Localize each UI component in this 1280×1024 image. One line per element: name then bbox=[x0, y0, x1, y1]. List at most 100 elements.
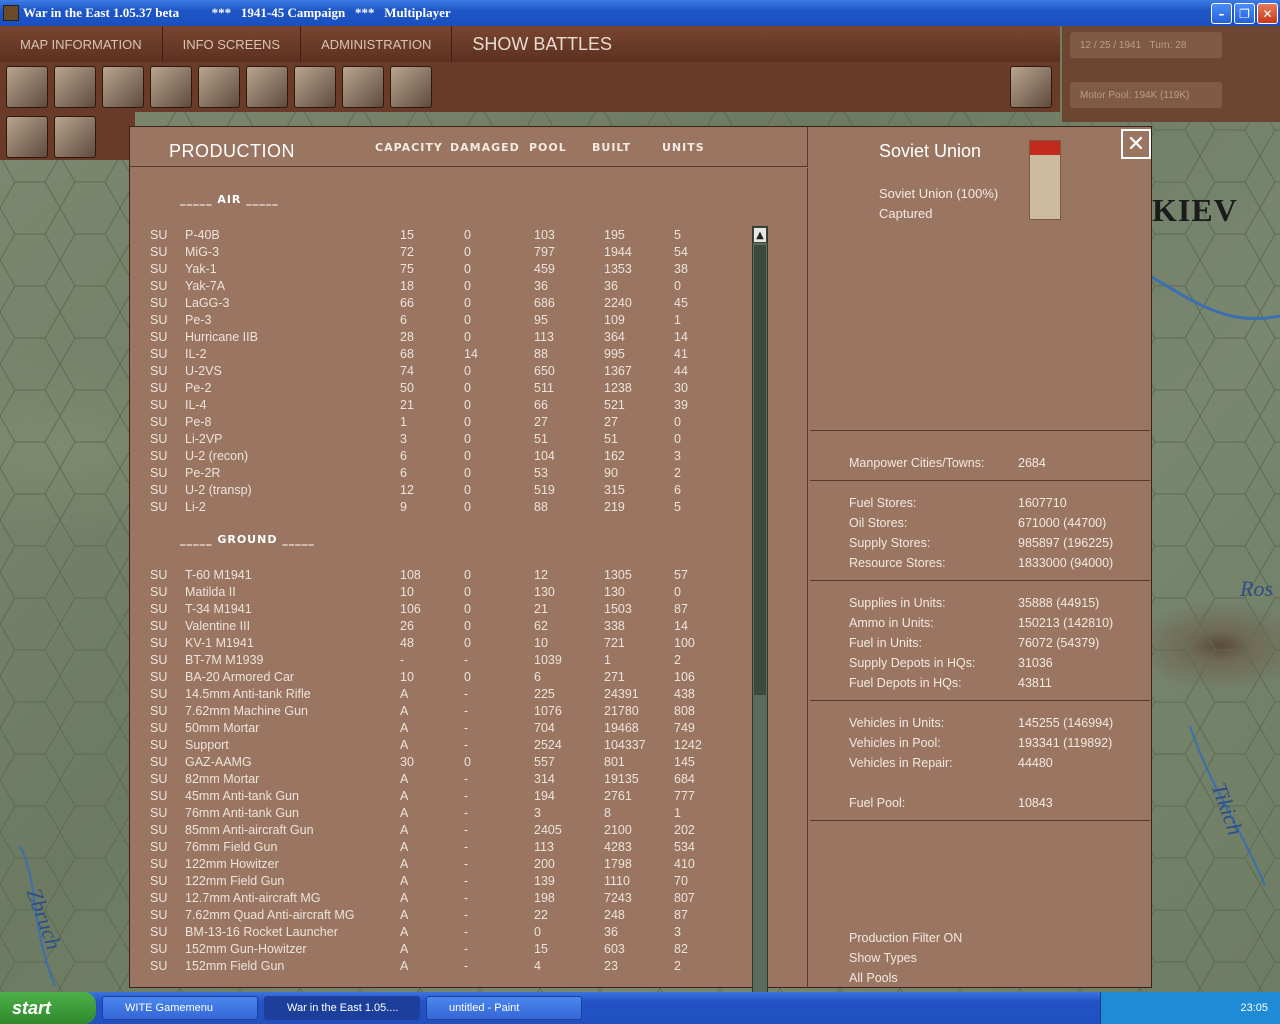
row-pool: 66 bbox=[534, 398, 548, 412]
table-row[interactable]: SU 7.62mm Quad Anti-aircraft MG A - 22 248 87 bbox=[130, 908, 750, 925]
all-pools-toggle[interactable]: All Pools bbox=[849, 971, 898, 985]
row-units: 3 bbox=[674, 925, 681, 939]
list-scrollbar[interactable]: ▲ ▼ bbox=[752, 226, 768, 1012]
row-capacity: A bbox=[400, 874, 409, 888]
col-damaged[interactable]: DAMAGED bbox=[450, 141, 520, 154]
table-row[interactable]: SU 7.62mm Machine Gun A - 1076 21780 808 bbox=[130, 704, 750, 721]
col-capacity[interactable]: CAPACITY bbox=[375, 141, 443, 154]
table-row[interactable]: SU 85mm Anti-aircraft Gun A - 2405 2100 202 bbox=[130, 823, 750, 840]
row-nation: SU bbox=[150, 432, 168, 446]
task-wite-gamemenu[interactable]: WITE Gamemenu bbox=[102, 996, 258, 1020]
row-nation: SU bbox=[150, 772, 168, 786]
table-row[interactable]: SU BM-13-16 Rocket Launcher A - 0 36 3 bbox=[130, 925, 750, 942]
toolbar-icon-6[interactable] bbox=[246, 66, 288, 108]
table-row[interactable]: SU U-2 (transp) 12 0 519 315 6 bbox=[130, 483, 750, 500]
table-row[interactable]: SU Yak-7A 18 0 36 36 0 bbox=[130, 279, 750, 296]
table-row[interactable]: SU U-2VS 74 0 650 1367 44 bbox=[130, 364, 750, 381]
table-row[interactable]: SU 152mm Gun-Howitzer A - 15 603 82 bbox=[130, 942, 750, 959]
row-units: 2 bbox=[674, 466, 681, 480]
table-row[interactable]: SU T-34 M1941 106 0 21 1503 87 bbox=[130, 602, 750, 619]
table-row[interactable]: SU BT-7M M1939 - - 1039 1 2 bbox=[130, 653, 750, 670]
toolbar-icon-commander[interactable] bbox=[1010, 66, 1052, 108]
table-row[interactable]: SU Support A - 2524 104337 1242 bbox=[130, 738, 750, 755]
toolbar-icon-9[interactable] bbox=[390, 66, 432, 108]
table-row[interactable]: SU 76mm Anti-tank Gun A - 3 8 1 bbox=[130, 806, 750, 823]
table-row[interactable]: SU Hurricane IIB 28 0 113 364 14 bbox=[130, 330, 750, 347]
table-row[interactable]: SU Pe-3 6 0 95 109 1 bbox=[130, 313, 750, 330]
close-window-button[interactable]: ✕ bbox=[1257, 3, 1278, 24]
row-capacity: 108 bbox=[400, 568, 421, 582]
row-built: 104337 bbox=[604, 738, 646, 752]
row-built: 2761 bbox=[604, 789, 632, 803]
close-dialog-button[interactable]: ✕ bbox=[1121, 129, 1151, 159]
table-row[interactable]: SU Li-2VP 3 0 51 51 0 bbox=[130, 432, 750, 449]
table-row[interactable]: SU BA-20 Armored Car 10 0 6 271 106 bbox=[130, 670, 750, 687]
task-war-in-the-east[interactable]: War in the East 1.05.... bbox=[264, 996, 420, 1020]
table-row[interactable]: SU Matilda II 10 0 130 130 0 bbox=[130, 585, 750, 602]
row-built: 162 bbox=[604, 449, 625, 463]
table-row[interactable]: SU Pe-2R 6 0 53 90 2 bbox=[130, 466, 750, 483]
row-capacity: 50 bbox=[400, 381, 414, 395]
row-capacity: A bbox=[400, 891, 409, 905]
row-units: 82 bbox=[674, 942, 688, 956]
toolbar-icon-8[interactable] bbox=[342, 66, 384, 108]
table-row[interactable]: SU IL-2 68 14 88 995 41 bbox=[130, 347, 750, 364]
maximize-button[interactable]: ❐ bbox=[1234, 3, 1255, 24]
table-row[interactable]: SU 14.5mm Anti-tank Rifle A - 225 24391 438 bbox=[130, 687, 750, 704]
table-row[interactable]: SU LaGG-3 66 0 686 2240 45 bbox=[130, 296, 750, 313]
scroll-up-icon[interactable]: ▲ bbox=[753, 227, 767, 243]
table-row[interactable]: SU 12.7mm Anti-aircraft MG A - 198 7243 807 bbox=[130, 891, 750, 908]
row-units: 807 bbox=[674, 891, 695, 905]
table-row[interactable]: SU Pe-8 1 0 27 27 0 bbox=[130, 415, 750, 432]
row-pool: 6 bbox=[534, 670, 541, 684]
show-types-toggle[interactable]: Show Types bbox=[849, 951, 917, 965]
menu-show-battles[interactable]: SHOW BATTLES bbox=[452, 26, 632, 62]
table-row[interactable]: SU 50mm Mortar A - 704 19468 749 bbox=[130, 721, 750, 738]
table-row[interactable]: SU Valentine III 26 0 62 338 14 bbox=[130, 619, 750, 636]
col-built[interactable]: BUILT bbox=[592, 141, 631, 154]
nation-captured[interactable]: Captured bbox=[879, 206, 932, 221]
table-row[interactable]: SU Pe-2 50 0 511 1238 30 bbox=[130, 381, 750, 398]
toolbar-icon-7[interactable] bbox=[294, 66, 336, 108]
menu-map-information[interactable]: MAP INFORMATION bbox=[0, 26, 163, 62]
table-row[interactable]: SU U-2 (recon) 6 0 104 162 3 bbox=[130, 449, 750, 466]
toolbar-icon-10[interactable] bbox=[6, 116, 48, 158]
menu-info-screens[interactable]: INFO SCREENS bbox=[163, 26, 302, 62]
menu-administration[interactable]: ADMINISTRATION bbox=[301, 26, 453, 62]
table-row[interactable]: SU KV-1 M1941 48 0 10 721 100 bbox=[130, 636, 750, 653]
row-units: 38 bbox=[674, 262, 688, 276]
task-paint[interactable]: untitled - Paint bbox=[426, 996, 582, 1020]
toolbar-icon-11[interactable] bbox=[54, 116, 96, 158]
row-nation: SU bbox=[150, 585, 168, 599]
row-capacity: 30 bbox=[400, 755, 414, 769]
table-row[interactable]: SU 152mm Field Gun A - 4 23 2 bbox=[130, 959, 750, 976]
col-units[interactable]: UNITS bbox=[662, 141, 705, 154]
table-row[interactable]: SU P-40B 15 0 103 195 5 bbox=[130, 228, 750, 245]
toolbar-icon-5[interactable] bbox=[198, 66, 240, 108]
table-row[interactable]: SU 122mm Howitzer A - 200 1798 410 bbox=[130, 857, 750, 874]
table-row[interactable]: SU 82mm Mortar A - 314 19135 684 bbox=[130, 772, 750, 789]
toolbar-icon-3[interactable] bbox=[102, 66, 144, 108]
table-row[interactable]: SU MiG-3 72 0 797 1944 54 bbox=[130, 245, 750, 262]
table-row[interactable]: SU 45mm Anti-tank Gun A - 194 2761 777 bbox=[130, 789, 750, 806]
toolbar-icon-2[interactable] bbox=[54, 66, 96, 108]
row-name: 82mm Mortar bbox=[185, 772, 260, 786]
toolbar-icon-4[interactable] bbox=[150, 66, 192, 108]
col-pool[interactable]: POOL bbox=[529, 141, 567, 154]
start-button[interactable]: start bbox=[0, 992, 96, 1024]
scroll-thumb[interactable] bbox=[754, 245, 766, 695]
production-filter-toggle[interactable]: Production Filter ON bbox=[849, 931, 962, 945]
production-title: PRODUCTION bbox=[169, 141, 295, 161]
table-row[interactable]: SU Li-2 9 0 88 219 5 bbox=[130, 500, 750, 517]
row-nation: SU bbox=[150, 908, 168, 922]
table-row[interactable]: SU 76mm Field Gun A - 113 4283 534 bbox=[130, 840, 750, 857]
row-built: 195 bbox=[604, 228, 625, 242]
table-row[interactable]: SU IL-4 21 0 66 521 39 bbox=[130, 398, 750, 415]
table-row[interactable]: SU T-60 M1941 108 0 12 1305 57 bbox=[130, 568, 750, 585]
table-row[interactable]: SU GAZ-AAMG 30 0 557 801 145 bbox=[130, 755, 750, 772]
toolbar-icon-1[interactable] bbox=[6, 66, 48, 108]
table-row[interactable]: SU 122mm Field Gun A - 139 1110 70 bbox=[130, 874, 750, 891]
table-row[interactable]: SU Yak-1 75 0 459 1353 38 bbox=[130, 262, 750, 279]
minimize-button[interactable]: – bbox=[1211, 3, 1232, 24]
row-nation: SU bbox=[150, 568, 168, 582]
